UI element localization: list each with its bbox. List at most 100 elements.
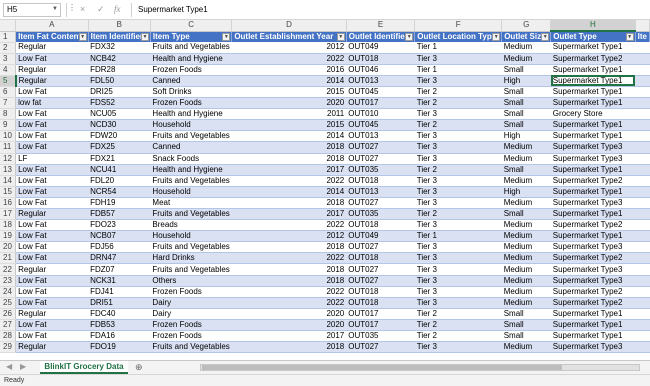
cell[interactable]: Medium	[501, 286, 551, 298]
cell[interactable]: OUT017	[346, 308, 415, 320]
table-header-cell[interactable]: Ite	[635, 31, 650, 43]
cell[interactable]: Tier 2	[414, 119, 502, 132]
cell[interactable]: Supermarket Type2	[550, 297, 636, 309]
cell[interactable]: Supermarket Type1	[550, 186, 636, 198]
cell[interactable]: Tier 2	[414, 308, 502, 320]
cell[interactable]: OUT018	[346, 175, 415, 187]
cell[interactable]: Snack Foods	[150, 153, 232, 165]
table-header-cell[interactable]: Outlet Identifier ▼	[346, 31, 416, 43]
cell[interactable]	[635, 219, 650, 232]
cell[interactable]: 2020	[231, 319, 347, 332]
cell[interactable]	[635, 153, 650, 165]
cell[interactable]: OUT018	[346, 286, 415, 298]
cell[interactable]: Small	[501, 319, 551, 332]
cell[interactable]: Health and Hygiene	[150, 53, 232, 65]
cell[interactable]: FDL50	[88, 75, 151, 87]
cell[interactable]: OUT010	[346, 108, 415, 121]
cell[interactable]: Medium	[501, 341, 551, 354]
cell[interactable]: Supermarket Type3	[550, 153, 636, 165]
cell[interactable]: Frozen Foods	[150, 64, 232, 76]
cell[interactable]: Tier 1	[414, 64, 502, 76]
cell[interactable]: Small	[501, 119, 551, 132]
cell[interactable]: OUT027	[346, 341, 415, 354]
cell[interactable]: Tier 3	[414, 53, 502, 65]
cell[interactable]: Supermarket Type1	[550, 119, 636, 132]
cell[interactable]: Regular	[15, 42, 89, 54]
cell[interactable]	[635, 141, 650, 154]
cell[interactable]: FDS52	[88, 97, 151, 110]
cell[interactable]: Tier 3	[414, 286, 502, 298]
cell[interactable]: Low Fat	[15, 164, 89, 176]
cell[interactable]: Small	[501, 164, 551, 176]
row-number[interactable]: 28	[0, 330, 17, 343]
cell[interactable]	[635, 252, 650, 265]
cell[interactable]: FDX21	[88, 153, 151, 165]
cell[interactable]: FDL20	[88, 175, 151, 187]
cell[interactable]: Supermarket Type1	[550, 130, 636, 143]
cell[interactable]: FDB57	[88, 208, 151, 221]
cell[interactable]: FDA16	[88, 330, 151, 343]
cell[interactable]	[635, 341, 650, 354]
table-header-cell[interactable]: Outlet Type ▼	[550, 31, 636, 43]
filter-dropdown-icon[interactable]: ▼	[140, 32, 149, 41]
cell[interactable]: Tier 2	[414, 208, 502, 221]
cell[interactable]: Low Fat	[15, 53, 89, 65]
cell[interactable]: 2011	[231, 108, 347, 121]
cell[interactable]: Tier 3	[414, 197, 502, 210]
cell[interactable]	[635, 330, 650, 343]
cell[interactable]: DRI51	[88, 297, 151, 309]
cell[interactable]: FDH19	[88, 197, 151, 210]
row-number[interactable]: 2	[0, 42, 17, 54]
cell[interactable]: Tier 1	[414, 230, 502, 243]
cell[interactable]: 2022	[231, 53, 347, 65]
cell[interactable]: OUT027	[346, 197, 415, 210]
cell[interactable]: Supermarket Type1	[550, 164, 636, 176]
cell[interactable]: Medium	[501, 197, 551, 210]
cell[interactable]: NCU41	[88, 164, 151, 176]
cell[interactable]	[635, 230, 650, 243]
row-number[interactable]: 4	[0, 64, 17, 76]
cell[interactable]: FDZ07	[88, 263, 151, 276]
cell[interactable]: Low Fat	[15, 141, 89, 154]
cell[interactable]: Tier 2	[414, 164, 502, 176]
cell[interactable]: Fruits and Vegetables	[150, 263, 232, 276]
cell[interactable]: Frozen Foods	[150, 330, 232, 343]
cell[interactable]: Household	[150, 230, 232, 243]
cell[interactable]: Medium	[501, 141, 551, 154]
cell[interactable]	[635, 64, 650, 76]
cell[interactable]: Tier 2	[414, 330, 502, 343]
cell[interactable]: High	[501, 186, 551, 198]
cell[interactable]	[635, 275, 650, 287]
cell[interactable]: 2014	[231, 186, 347, 198]
cell[interactable]: Household	[150, 186, 232, 198]
cell[interactable]: Supermarket Type3	[550, 275, 636, 287]
cell[interactable]: Supermarket Type1	[550, 64, 636, 76]
next-sheet-icon[interactable]: ▶	[20, 362, 26, 371]
cell[interactable]: Frozen Foods	[150, 97, 232, 110]
row-number[interactable]: 24	[0, 286, 17, 298]
cell[interactable]	[635, 308, 650, 320]
cell[interactable]: Small	[501, 97, 551, 110]
cell[interactable]	[635, 241, 650, 254]
cell[interactable]: 2017	[231, 164, 347, 176]
cell[interactable]: FDJ41	[88, 286, 151, 298]
cell[interactable]: 2018	[231, 275, 347, 287]
column-header-b[interactable]: B	[88, 20, 151, 32]
cell[interactable]: NCK31	[88, 275, 151, 287]
cell[interactable]: Small	[501, 86, 551, 99]
cell[interactable]: Supermarket Type3	[550, 241, 636, 254]
cell[interactable]: Regular	[15, 208, 89, 221]
cell[interactable]	[635, 297, 650, 309]
row-number[interactable]: 6	[0, 86, 17, 99]
cell[interactable]: Low Fat	[15, 297, 89, 309]
cell[interactable]: Tier 1	[414, 42, 502, 54]
row-number[interactable]: 26	[0, 308, 17, 320]
cell[interactable]: Regular	[15, 64, 89, 76]
cell[interactable]	[635, 53, 650, 65]
cell[interactable]: OUT018	[346, 297, 415, 309]
cell[interactable]	[635, 108, 650, 121]
cell[interactable]: Low Fat	[15, 275, 89, 287]
column-header-f[interactable]: F	[414, 20, 503, 32]
row-number[interactable]: 18	[0, 219, 17, 232]
cell[interactable]: Low Fat	[15, 108, 89, 121]
